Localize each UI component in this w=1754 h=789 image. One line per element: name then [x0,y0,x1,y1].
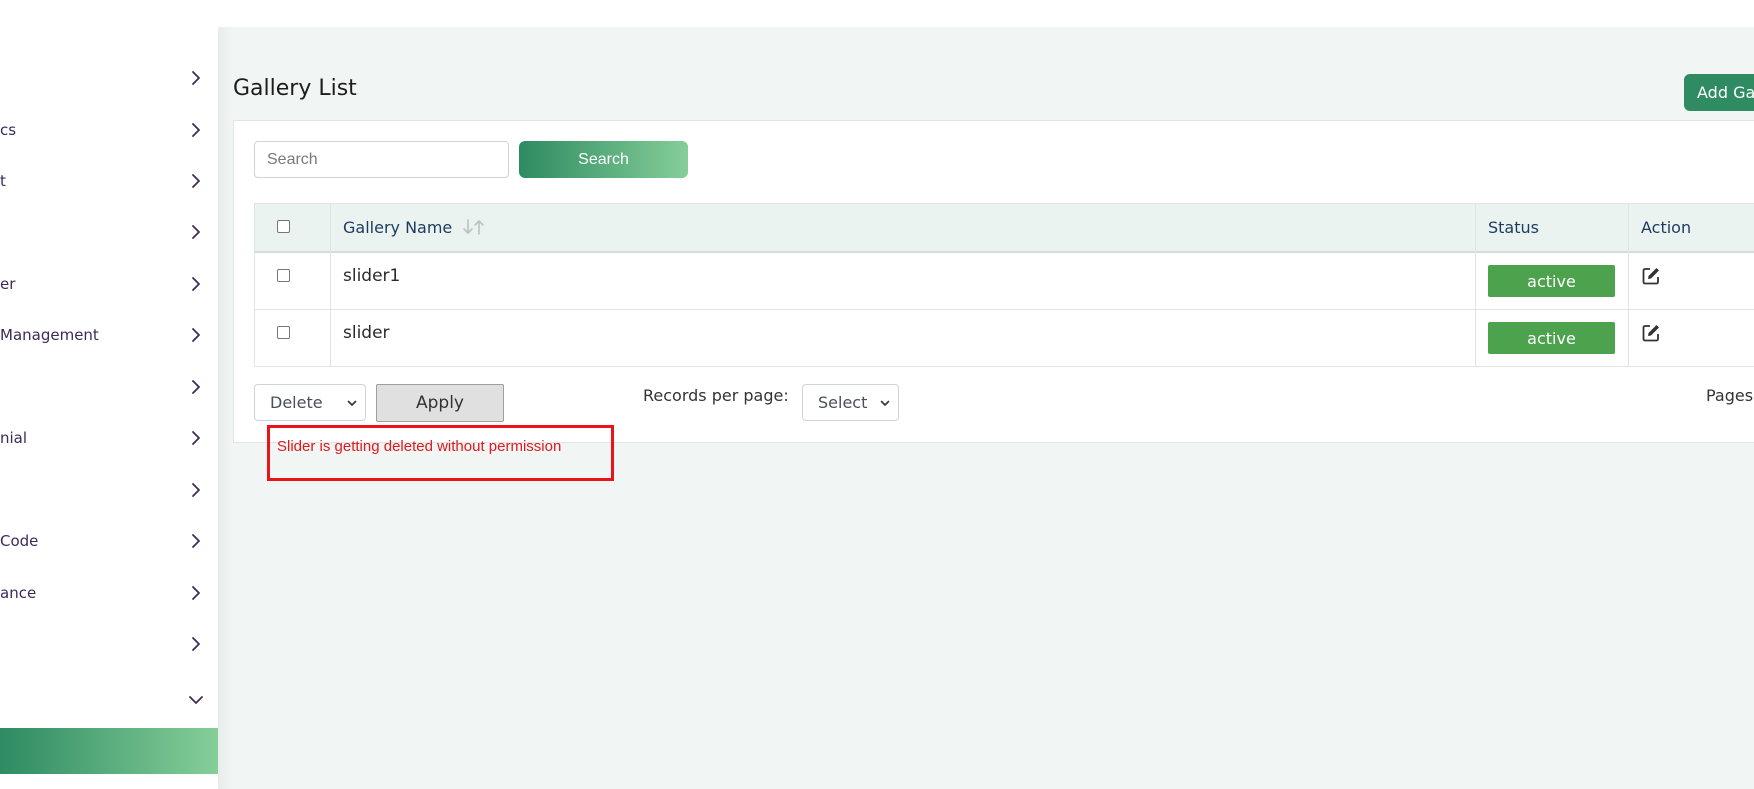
sidebar-item-label: cs [0,121,17,139]
chevron-down-icon [880,400,890,406]
sidebar-shadow [218,27,232,789]
chevron-right-icon [188,276,204,292]
sidebar-item-label: Management [0,326,99,344]
chevron-right-icon [188,70,204,86]
gallery-name-cell: slider1 [343,266,401,286]
column-divider [1475,203,1476,367]
sidebar-item-10[interactable]: Code [0,521,218,561]
page-title: Gallery List [233,76,357,101]
sort-icon[interactable] [461,218,487,236]
bulk-action-select[interactable]: Delete [254,384,366,421]
select-all-checkbox[interactable] [277,220,290,233]
edit-icon[interactable] [1641,266,1661,286]
sidebar-item-13[interactable] [0,680,218,720]
search-button[interactable]: Search [519,141,688,178]
sidebar-item-active[interactable] [0,728,218,774]
records-per-page-label: Records per page: [643,386,789,405]
row-checkbox[interactable] [277,269,290,282]
search-input[interactable] [254,141,509,178]
chevron-right-icon [188,533,204,549]
sidebar-item-1[interactable] [0,58,218,98]
gallery-name-cell: slider [343,323,390,343]
sidebar-item-label: ance [0,584,37,602]
column-divider [330,203,331,367]
sidebar-item-label: Code [0,532,39,550]
apply-button[interactable]: Apply [376,384,504,422]
sidebar-item-8[interactable]: nial [0,418,218,458]
pages-label: Pages [1706,386,1754,405]
bulk-action-value: Delete [270,393,323,412]
sidebar-item-12[interactable] [0,624,218,664]
sidebar-item-4[interactable] [0,212,218,252]
add-gallery-button[interactable]: Add Ga [1684,74,1754,111]
records-per-page-value: Select [818,393,868,412]
column-divider [1628,203,1629,367]
sidebar-item-6[interactable]: Management [0,315,218,355]
edit-icon[interactable] [1641,323,1661,343]
chevron-down-icon [347,400,357,406]
chevron-right-icon [188,482,204,498]
sidebar-item-3[interactable]: t [0,161,218,201]
sidebar-item-9[interactable] [0,470,218,510]
sidebar-item-5[interactable]: er [0,264,218,304]
sidebar-item-7[interactable] [0,367,218,407]
chevron-right-icon [188,585,204,601]
chevron-right-icon [188,379,204,395]
status-badge[interactable]: active [1488,265,1615,297]
chevron-right-icon [188,224,204,240]
chevron-down-icon [188,692,204,708]
column-header-action: Action [1641,218,1692,237]
sidebar-item-11[interactable]: ance [0,573,218,613]
annotation-text: Slider is getting deleted without permis… [277,438,562,455]
sidebar-item-label: er [0,275,16,293]
column-header-status: Status [1488,218,1539,237]
sidebar-item-2[interactable]: cs [0,110,218,150]
status-badge[interactable]: active [1488,322,1615,354]
chevron-right-icon [188,122,204,138]
column-header-gallery-name[interactable]: Gallery Name [343,218,452,237]
row-checkbox[interactable] [277,326,290,339]
chevron-right-icon [188,430,204,446]
sidebar-item-label: t [0,172,6,190]
records-per-page-select[interactable]: Select [802,384,899,421]
sidebar-item-label: nial [0,429,28,447]
chevron-right-icon [188,327,204,343]
chevron-right-icon [188,636,204,652]
chevron-right-icon [188,173,204,189]
top-bar [0,0,1754,27]
